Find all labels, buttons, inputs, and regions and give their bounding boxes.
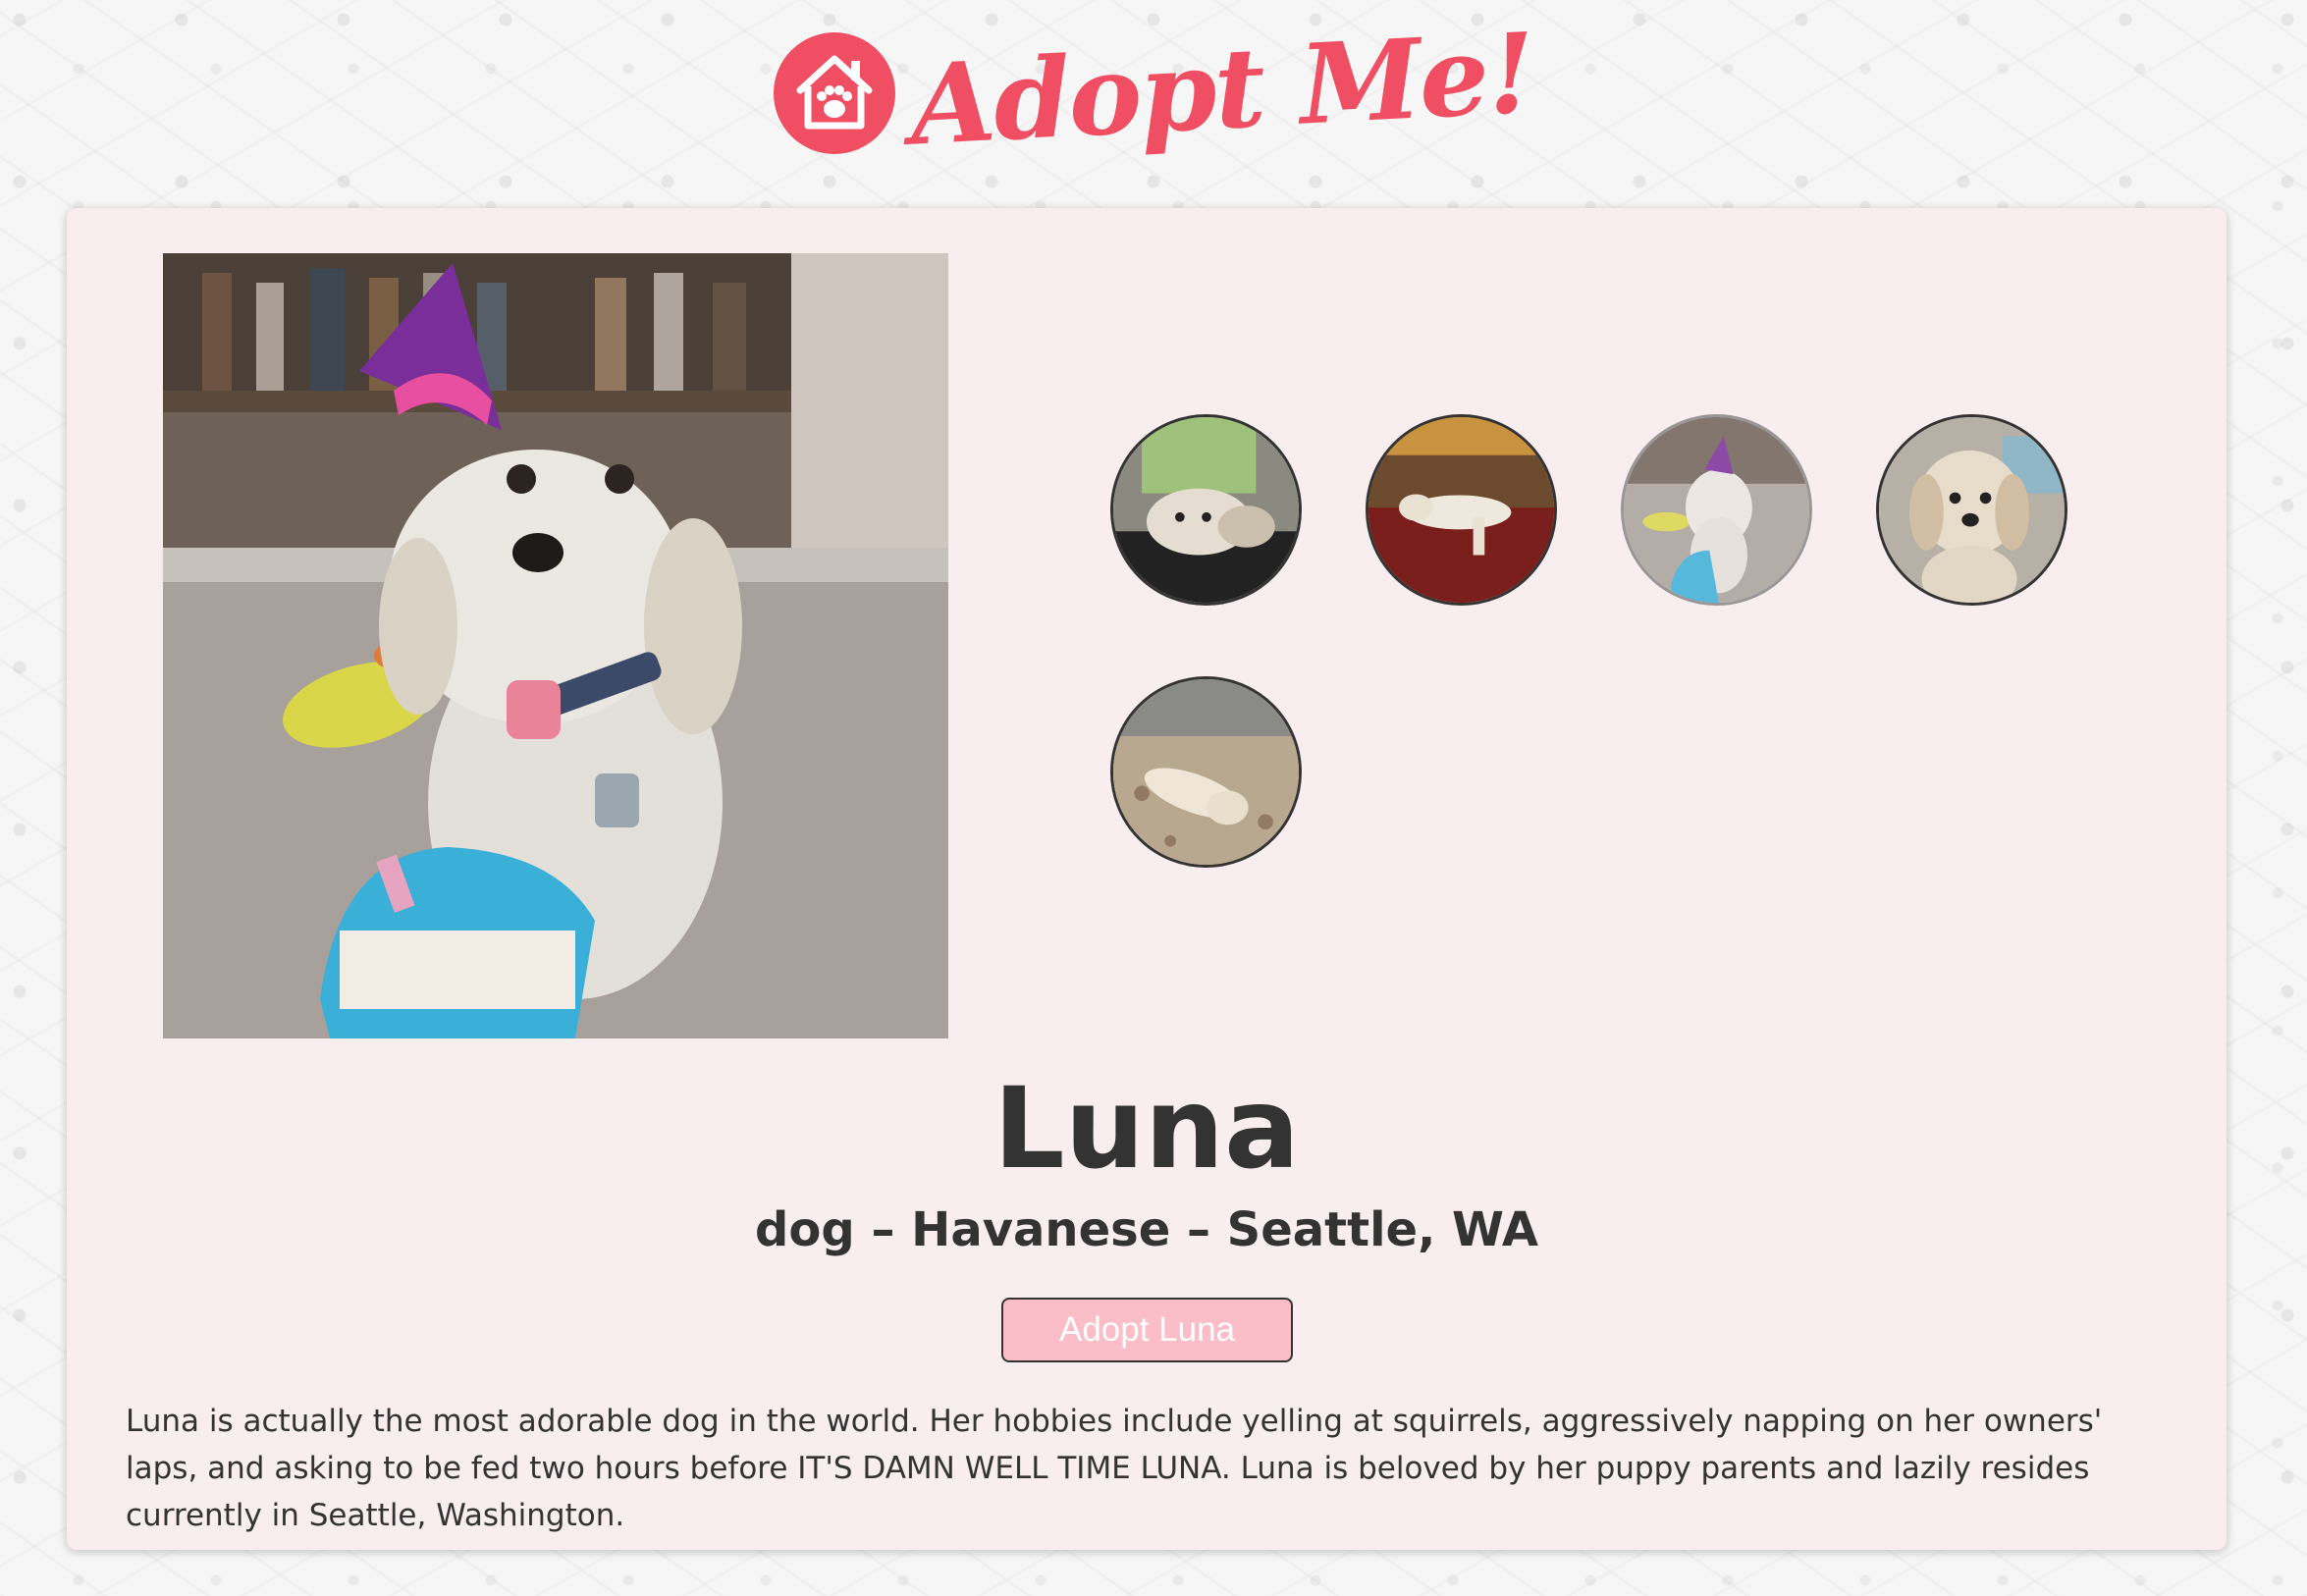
dog-resting-head-image (1113, 417, 1299, 603)
thumbnail-photo-3[interactable] (1621, 414, 1812, 606)
dog-on-couch-image (1368, 417, 1554, 603)
pet-name-heading: Luna (993, 1063, 1300, 1194)
thumbnail-photo-5[interactable] (1110, 676, 1302, 868)
dog-portrait-image (1879, 417, 2065, 603)
hero-pet-photo (163, 253, 948, 1038)
pet-description: Luna is actually the most adorable dog i… (126, 1404, 2103, 1533)
thumbnail-photo-4[interactable] (1876, 414, 2067, 606)
thumbnail-photo-2[interactable] (1366, 414, 1557, 606)
pet-info-subheading: dog – Havanese – Seattle, WA (755, 1202, 1538, 1257)
adopt-button[interactable]: Adopt Luna (1001, 1298, 1293, 1362)
dog-party-hat-thumb-image (1624, 417, 1809, 603)
dog-party-hat-image (163, 253, 948, 1038)
pet-details-card: Luna dog – Havanese – Seattle, WA Adopt … (67, 208, 2227, 1550)
thumbnail-photo-1[interactable] (1110, 414, 1302, 606)
site-logo-text[interactable]: Adopt Me! (907, 9, 1536, 170)
dog-lying-on-rug-image (1113, 679, 1299, 865)
paw-house-icon[interactable] (773, 31, 896, 155)
site-header: Adopt Me! (0, 9, 2307, 177)
